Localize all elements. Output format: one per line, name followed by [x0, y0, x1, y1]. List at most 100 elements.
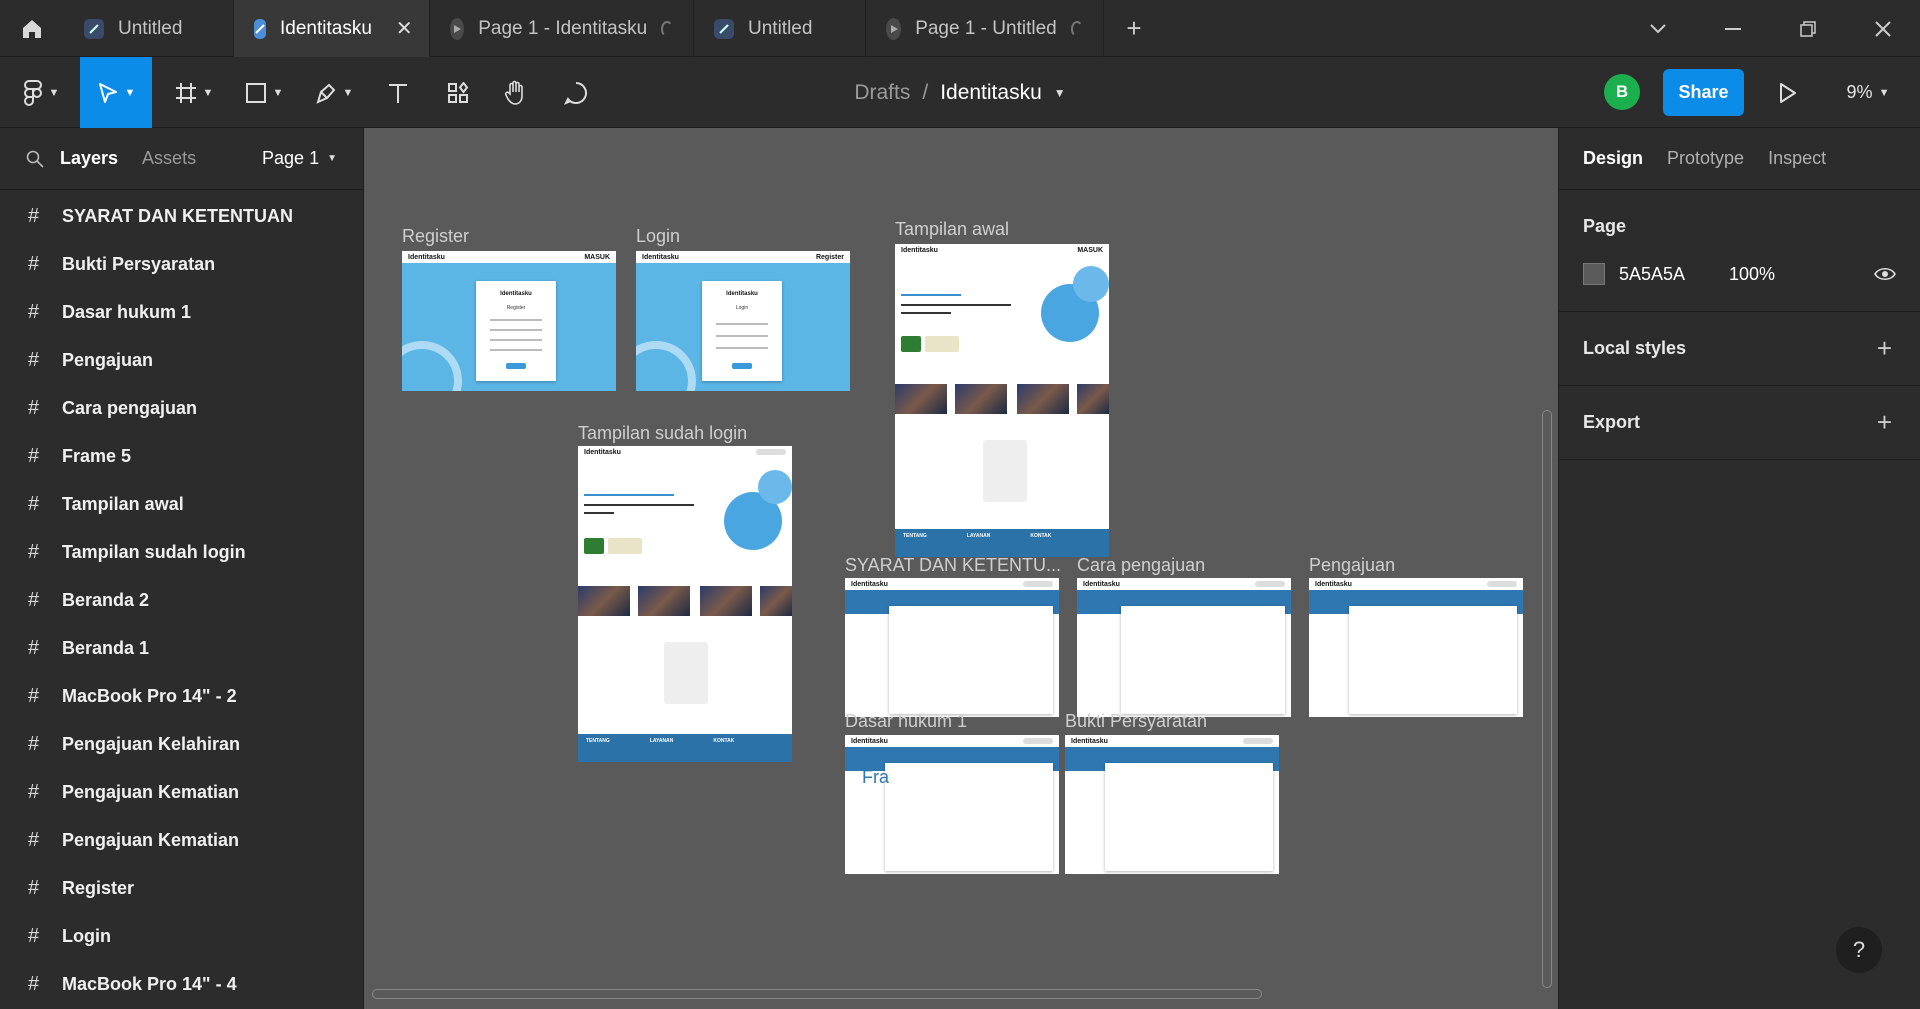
- tab-design[interactable]: Design: [1583, 148, 1643, 169]
- eye-icon[interactable]: [1874, 266, 1896, 282]
- frame-label-frame5[interactable]: Fra: [862, 767, 889, 788]
- pen-icon: [315, 83, 335, 104]
- frame-label-register[interactable]: Register: [402, 226, 469, 247]
- vertical-scrollbar[interactable]: [1542, 410, 1552, 988]
- frame-pengajuan[interactable]: Identitasku: [1309, 578, 1523, 717]
- layer-item[interactable]: # SYARAT DAN KETENTUAN: [0, 192, 363, 240]
- close-tab-icon[interactable]: ✕: [396, 16, 413, 41]
- page-opacity-value[interactable]: 100%: [1729, 264, 1775, 285]
- breadcrumb-separator: /: [922, 80, 929, 104]
- frame-register[interactable]: Identitasku MASUK Identitasku Register: [402, 251, 616, 391]
- decor-circle: [758, 470, 792, 504]
- export-section: Export +: [1559, 386, 1920, 460]
- frame-label-tampilan-awal[interactable]: Tampilan awal: [895, 219, 1009, 240]
- tab-label: Identitasku: [280, 17, 372, 39]
- frame-tampilan-sudah-login[interactable]: Identitasku TENTANG LAYANAN KONTAK: [578, 446, 792, 762]
- tab-inspect[interactable]: Inspect: [1768, 148, 1826, 169]
- photo-thumb: [895, 384, 947, 414]
- layer-item[interactable]: # Pengajuan Kematian: [0, 768, 363, 816]
- move-tool[interactable]: ▼: [80, 57, 152, 128]
- text-tool[interactable]: [376, 57, 420, 128]
- resources-tool[interactable]: [436, 57, 480, 128]
- shape-tool[interactable]: ▼: [236, 57, 292, 128]
- chevron-down-icon[interactable]: [1620, 0, 1695, 57]
- color-swatch[interactable]: [1583, 263, 1605, 285]
- help-button[interactable]: ?: [1836, 927, 1882, 973]
- frame-label-dasar[interactable]: Dasar hukum 1: [845, 711, 967, 732]
- zoom-menu[interactable]: 9% ▼: [1836, 57, 1900, 128]
- home-icon[interactable]: [0, 0, 64, 57]
- export-title: Export: [1583, 412, 1641, 432]
- page-select[interactable]: Page 1 ▼: [262, 148, 337, 169]
- add-style-icon[interactable]: +: [1877, 333, 1892, 364]
- layer-item[interactable]: # Bukti Persyaratan: [0, 240, 363, 288]
- frame-cara-pengajuan[interactable]: Identitasku: [1077, 578, 1291, 717]
- canvas[interactable]: Register Identitasku MASUK Identitasku Re…: [364, 128, 1558, 1009]
- close-window-button[interactable]: [1845, 0, 1920, 57]
- hand-tool[interactable]: [494, 57, 538, 128]
- properties-panel: Design Prototype Inspect Page 5A5A5A 100…: [1558, 128, 1920, 1009]
- add-export-icon[interactable]: +: [1877, 407, 1892, 438]
- file-name[interactable]: Identitasku: [940, 81, 1042, 105]
- layer-item[interactable]: # Frame 5: [0, 432, 363, 480]
- page-color-value[interactable]: 5A5A5A: [1619, 264, 1729, 285]
- frame-label-pengajuan[interactable]: Pengajuan: [1309, 555, 1395, 576]
- tab-identitasku[interactable]: Identitasku ✕: [234, 0, 430, 57]
- layer-item[interactable]: # Register: [0, 864, 363, 912]
- logo-image: [608, 538, 642, 554]
- layer-item[interactable]: # Dasar hukum 1: [0, 288, 363, 336]
- properties-tabs: Design Prototype Inspect: [1559, 128, 1920, 190]
- frame-label-sudah-login[interactable]: Tampilan sudah login: [578, 423, 747, 444]
- layer-item[interactable]: # Login: [0, 912, 363, 960]
- frame-label-cara[interactable]: Cara pengajuan: [1077, 555, 1205, 576]
- tab-untitled-1[interactable]: Untitled: [64, 0, 234, 57]
- avatar[interactable]: B: [1604, 74, 1640, 110]
- main-menu-button[interactable]: ▼: [14, 57, 68, 128]
- content-card: [885, 763, 1053, 871]
- tab-page1-untitled[interactable]: Page 1 - Untitled: [866, 0, 1104, 57]
- frame-label-syarat[interactable]: SYARAT DAN KETENTU...: [845, 555, 1061, 576]
- frame-login[interactable]: Identitasku Register Identitasku Login: [636, 251, 850, 391]
- minimize-button[interactable]: [1695, 0, 1770, 57]
- new-tab-button[interactable]: +: [1104, 0, 1164, 57]
- layer-item[interactable]: # Cara pengajuan: [0, 384, 363, 432]
- layer-name: Pengajuan: [62, 349, 154, 370]
- frame-dasar-hukum-1[interactable]: Identitasku: [845, 735, 1059, 874]
- frame-hash-icon: #: [28, 348, 40, 371]
- layer-item[interactable]: # Pengajuan Kelahiran: [0, 720, 363, 768]
- play-icon: [1780, 82, 1796, 103]
- layer-name: SYARAT DAN KETENTUAN: [62, 205, 294, 226]
- search-icon[interactable]: [26, 150, 44, 168]
- layer-item[interactable]: # MacBook Pro 14" - 2: [0, 672, 363, 720]
- breadcrumb-drafts[interactable]: Drafts: [854, 81, 910, 105]
- comment-tool[interactable]: [554, 57, 598, 128]
- present-button[interactable]: [1766, 57, 1810, 128]
- tab-label: Untitled: [118, 17, 183, 39]
- horizontal-scrollbar[interactable]: [372, 989, 1262, 999]
- document-card: [983, 440, 1027, 502]
- user-menu: [1023, 738, 1053, 744]
- layer-item[interactable]: # Beranda 1: [0, 624, 363, 672]
- frame-tool[interactable]: ▼: [166, 57, 222, 128]
- layer-item[interactable]: # MacBook Pro 14" - 4: [0, 960, 363, 1008]
- tab-prototype[interactable]: Prototype: [1667, 148, 1744, 169]
- layer-item[interactable]: # Tampilan awal: [0, 480, 363, 528]
- restore-button[interactable]: [1770, 0, 1845, 57]
- frame-tampilan-awal[interactable]: Identitasku MASUK TENTANG LAYANAN KONTAK: [895, 244, 1109, 557]
- frame-bukti-persyaratan[interactable]: Identitasku: [1065, 735, 1279, 874]
- layer-item[interactable]: # Pengajuan: [0, 336, 363, 384]
- tab-layers[interactable]: Layers: [60, 148, 118, 169]
- tab-untitled-2[interactable]: Untitled: [694, 0, 866, 57]
- pen-tool[interactable]: ▼: [306, 57, 362, 128]
- share-button[interactable]: Share: [1663, 69, 1744, 116]
- tab-assets[interactable]: Assets: [142, 148, 196, 169]
- tab-page1-identitasku[interactable]: Page 1 - Identitasku: [430, 0, 694, 57]
- frame-label-login[interactable]: Login: [636, 226, 680, 247]
- chevron-down-icon: ▼: [1878, 86, 1890, 99]
- frame-syarat-dan-ketentuan[interactable]: Identitasku: [845, 578, 1059, 717]
- chevron-down-icon[interactable]: ▼: [1054, 86, 1066, 100]
- layer-item[interactable]: # Tampilan sudah login: [0, 528, 363, 576]
- layer-item[interactable]: # Beranda 2: [0, 576, 363, 624]
- frame-label-bukti[interactable]: Bukti Persyaratan: [1065, 711, 1207, 732]
- layer-item[interactable]: # Pengajuan Kematian: [0, 816, 363, 864]
